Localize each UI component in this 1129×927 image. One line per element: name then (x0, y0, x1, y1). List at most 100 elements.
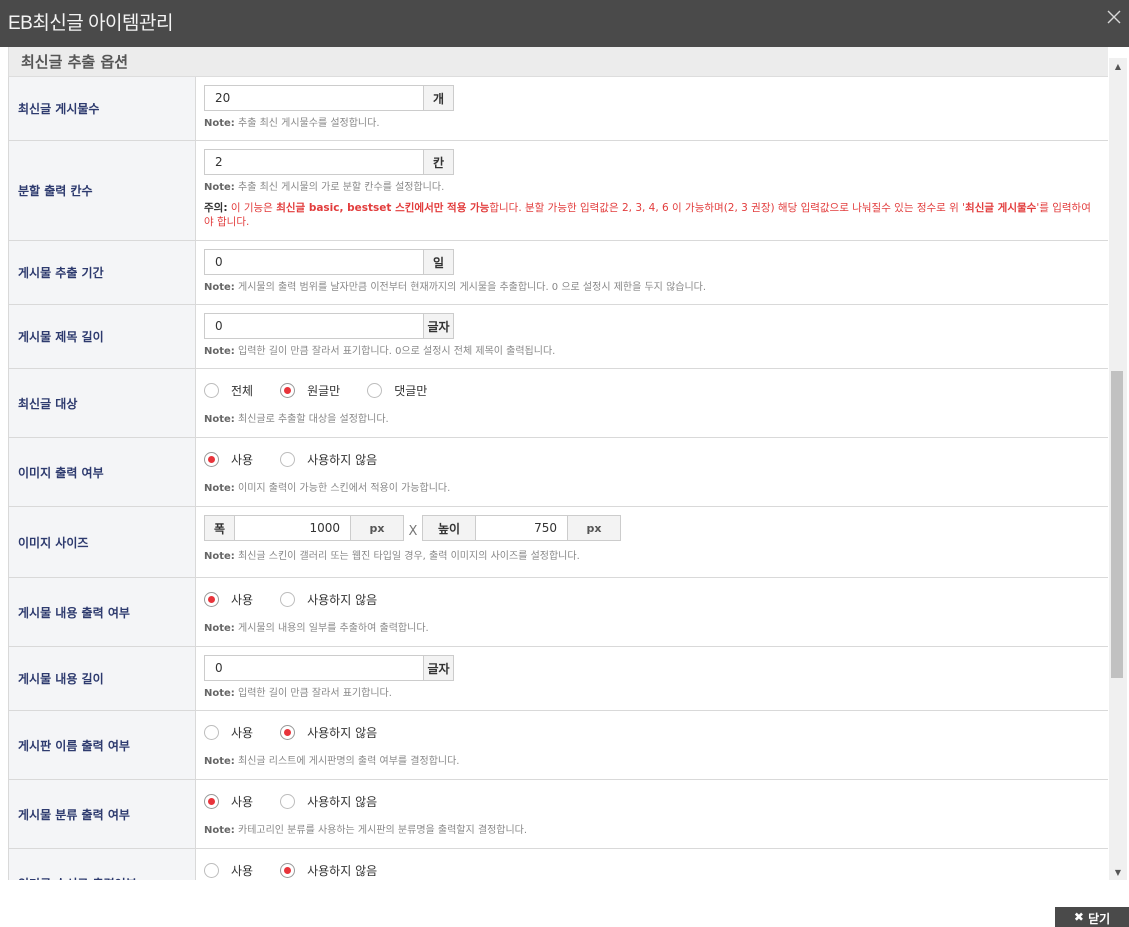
radio-option[interactable]: 사용 (204, 451, 253, 468)
scroll-down-icon[interactable]: ▼ (1109, 864, 1127, 880)
radio-unchecked-icon[interactable] (204, 862, 219, 878)
radio-option[interactable]: 사용하지 않음 (280, 591, 377, 608)
scroll-up-icon[interactable]: ▲ (1109, 58, 1127, 74)
radio-option[interactable]: 전체 (204, 382, 253, 399)
field-note: Note: 추출 최신 게시물수를 설정합니다. (204, 118, 380, 129)
unit-addon: 개 (424, 85, 454, 111)
radio-option[interactable]: 사용 (204, 862, 253, 879)
field-label: 게시물 제목 길이 (8, 305, 196, 368)
field-label: 게시판 이름 출력 여부 (8, 711, 196, 779)
row-period: 게시물 추출 기간 일 Note: 게시물의 출력 범위를 날자만큼 이전부터 … (8, 241, 1108, 305)
radio-checked-icon[interactable] (204, 793, 219, 809)
radio-option[interactable]: 사용하지 않음 (280, 451, 377, 468)
radio-option[interactable]: 원글만 (280, 382, 340, 399)
category-radio-group: 사용 사용하지 않음 (204, 788, 1108, 814)
radio-unchecked-icon[interactable] (204, 382, 219, 398)
field-note: Note: 최신글 리스트에 게시판명의 출력 여부를 결정합니다. (204, 756, 460, 767)
field-label: 분할 출력 칸수 (8, 141, 196, 240)
row-columns: 분할 출력 칸수 칸 Note: 추출 최신 게시물의 가로 분할 칸수를 설정… (8, 141, 1108, 241)
radio-option[interactable]: 사용하지 않음 (280, 862, 377, 879)
target-radio-group: 전체 원글만 댓글만 (204, 377, 1108, 403)
radio-label: 사용하지 않음 (307, 794, 378, 809)
post-count-input[interactable] (204, 85, 424, 111)
radio-label: 사용하지 않음 (307, 863, 378, 878)
row-subject-length: 게시물 제목 길이 글자 Note: 입력한 길이 만큼 잘라서 표기합니다. … (8, 305, 1108, 369)
width-unit: px (350, 515, 404, 541)
field-label: 게시물 내용 길이 (8, 647, 196, 710)
scroll-thumb[interactable] (1111, 371, 1123, 678)
radio-option[interactable]: 댓글만 (367, 382, 427, 399)
row-image-use: 이미지 출력 여부 사용 사용하지 않음 Note: 이미지 출력이 가능한 스킨… (8, 438, 1108, 507)
field-note: Note: 입력한 길이 만큼 잘라서 표기합니다. (204, 688, 392, 699)
height-input[interactable] (476, 515, 567, 541)
radio-unchecked-icon[interactable] (280, 451, 296, 467)
radio-label: 사용 (231, 863, 254, 878)
radio-label: 원글만 (307, 383, 341, 398)
content-length-input[interactable] (204, 655, 424, 681)
radio-label: 사용 (231, 725, 254, 740)
field-label: 최신글 게시물수 (8, 77, 196, 140)
field-note: Note: 게시물의 출력 범위를 날자만큼 이전부터 현재까지의 게시물을 추… (204, 282, 707, 293)
radio-unchecked-icon[interactable] (280, 793, 296, 809)
close-icon[interactable] (1103, 6, 1125, 28)
unit-addon: 일 (424, 249, 454, 275)
radio-option[interactable]: 사용 (204, 724, 253, 741)
settings-table: 최신글 추출 옵션 최신글 게시물수 개 Note: 추출 최신 게시물수를 설… (8, 47, 1108, 880)
radio-label: 댓글만 (394, 383, 428, 398)
field-note: Note: 카테고리인 분류를 사용하는 게시판의 분류명을 출력할지 결정합니… (204, 825, 528, 836)
unit-addon: 글자 (424, 313, 454, 339)
section-title: 최신글 추출 옵션 (21, 53, 129, 71)
radio-label: 사용하지 않음 (307, 592, 378, 607)
radio-option[interactable]: 사용하지 않음 (280, 724, 377, 741)
radio-label: 사용 (231, 592, 254, 607)
vertical-scrollbar[interactable]: ▲ ▼ (1109, 58, 1127, 880)
width-input[interactable] (235, 515, 350, 541)
radio-label: 사용하지 않음 (307, 452, 378, 467)
field-note: Note: 입력한 길이 만큼 잘라서 표기합니다. 0으로 설정시 전체 제목… (204, 346, 556, 357)
columns-input[interactable] (204, 149, 424, 175)
row-board-name: 게시판 이름 출력 여부 사용 사용하지 않음 Note: 최신글 리스트에 게시… (8, 711, 1108, 780)
radio-label: 전체 (231, 383, 254, 398)
row-image-size: 이미지 사이즈 폭 px X 높이 px Note: 최신글 스킨이 갤러리 또… (8, 507, 1108, 578)
radio-checked-icon[interactable] (204, 591, 219, 607)
row-popular: 인기글 순서로 출력여부 사용 사용하지 않음 (8, 849, 1108, 880)
window-title: EB최신글 아이템관리 (8, 13, 173, 34)
radio-option[interactable]: 사용하지 않음 (280, 793, 377, 810)
title-bar: EB최신글 아이템관리 (0, 0, 1129, 47)
radio-checked-icon[interactable] (280, 724, 296, 740)
radio-label: 사용 (231, 452, 254, 467)
image-use-radio-group: 사용 사용하지 않음 (204, 446, 1108, 472)
section-header: 최신글 추출 옵션 (8, 47, 1108, 77)
radio-checked-icon[interactable] (204, 451, 219, 467)
field-note: Note: 최신글로 추출할 대상을 설정합니다. (204, 414, 389, 425)
board-name-radio-group: 사용 사용하지 않음 (204, 719, 1108, 745)
field-note: Note: 추출 최신 게시물의 가로 분할 칸수를 설정합니다. (204, 182, 445, 193)
radio-unchecked-icon[interactable] (204, 724, 219, 740)
field-note: Note: 최신글 스킨이 갤러리 또는 웹진 타입일 경우, 출력 이미지의 … (204, 551, 580, 562)
height-unit: px (567, 515, 621, 541)
row-target: 최신글 대상 전체 원글만 댓글만 Note: 최신글로 추출할 대상을 설정합니다… (8, 369, 1108, 438)
width-label: 폭 (204, 515, 235, 541)
close-button[interactable]: ✖ 닫기 (1055, 907, 1129, 927)
radio-option[interactable]: 사용 (204, 591, 253, 608)
period-input[interactable] (204, 249, 424, 275)
unit-addon: 글자 (424, 655, 454, 681)
times-icon: X (408, 523, 418, 539)
radio-checked-icon[interactable] (280, 862, 296, 878)
field-label: 게시물 분류 출력 여부 (8, 780, 196, 848)
radio-option[interactable]: 사용 (204, 793, 253, 810)
field-label: 인기글 순서로 출력여부 (8, 849, 196, 880)
content-viewport[interactable]: 최신글 추출 옵션 최신글 게시물수 개 Note: 추출 최신 게시물수를 설… (0, 47, 1129, 880)
radio-unchecked-icon[interactable] (367, 382, 383, 398)
popular-radio-group: 사용 사용하지 않음 (204, 857, 1108, 880)
field-note: Note: 이미지 출력이 가능한 스킨에서 적용이 가능합니다. (204, 483, 451, 494)
close-x-icon: ✖ (1073, 910, 1089, 924)
radio-checked-icon[interactable] (280, 382, 296, 398)
radio-unchecked-icon[interactable] (280, 591, 296, 607)
subject-length-input[interactable] (204, 313, 424, 339)
field-label: 게시물 내용 출력 여부 (8, 578, 196, 646)
radio-label: 사용하지 않음 (307, 725, 378, 740)
content-use-radio-group: 사용 사용하지 않음 (204, 586, 1108, 612)
warning-text: 주의: 이 기능은 최신글 basic, bestset 스킨에서만 적용 가능… (204, 202, 1091, 228)
height-label: 높이 (422, 515, 476, 541)
